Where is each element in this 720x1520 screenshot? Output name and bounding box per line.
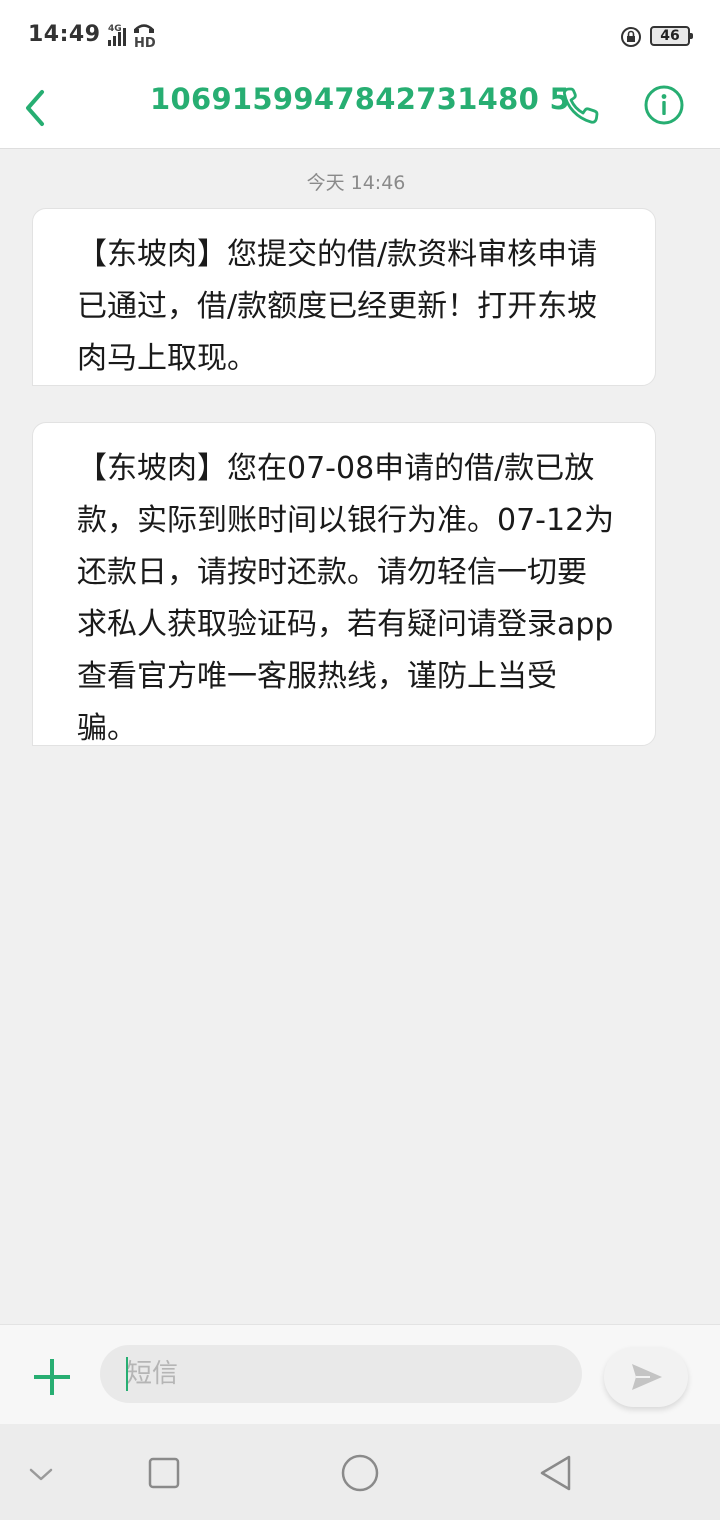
info-icon bbox=[644, 85, 684, 125]
composer-bar bbox=[0, 1324, 720, 1425]
nav-hide-button[interactable] bbox=[16, 1448, 66, 1498]
battery-indicator: 46 bbox=[650, 26, 693, 46]
message-text: 【东坡肉】您提交的借/款资料审核申请已通过，借/款额度已经更新！打开东坡肉马上取… bbox=[77, 237, 598, 376]
message-bubble[interactable]: 【东坡肉】您在07-08申请的借/款已放款，实际到账时间以银行为准。07-12为… bbox=[32, 422, 656, 746]
conversation-header: 1069159947842731480 5 bbox=[0, 72, 720, 149]
send-icon bbox=[632, 1364, 662, 1390]
status-time: 14:49 bbox=[28, 22, 101, 47]
square-icon bbox=[148, 1457, 180, 1489]
sms-input[interactable] bbox=[100, 1345, 582, 1403]
nav-back-button[interactable] bbox=[532, 1448, 582, 1498]
chevron-down-icon bbox=[29, 1468, 53, 1481]
message-bubble[interactable]: 【东坡肉】您提交的借/款资料审核申请已通过，借/款额度已经更新！打开东坡肉马上取… bbox=[32, 208, 656, 386]
triangle-back-icon bbox=[540, 1455, 571, 1491]
circle-icon bbox=[341, 1454, 379, 1492]
system-navigation-bar bbox=[0, 1424, 720, 1520]
status-bar: 14:49 4G HD 46 bbox=[0, 0, 720, 72]
info-button[interactable] bbox=[640, 80, 688, 130]
rotation-lock-icon bbox=[621, 27, 641, 47]
signal-indicator: 4G HD bbox=[98, 24, 158, 51]
call-button[interactable] bbox=[558, 80, 604, 130]
signal-icon bbox=[108, 28, 126, 46]
chevron-left-icon bbox=[26, 90, 44, 126]
message-text: 【东坡肉】您在07-08申请的借/款已放款，实际到账时间以银行为准。07-12为… bbox=[77, 451, 615, 746]
contact-number: 1069159947842731480 5 bbox=[150, 82, 570, 116]
back-button[interactable] bbox=[18, 80, 58, 136]
send-button[interactable] bbox=[604, 1347, 688, 1407]
add-attachment-button[interactable] bbox=[30, 1355, 74, 1399]
text-cursor bbox=[126, 1357, 128, 1391]
nav-recents-button[interactable] bbox=[139, 1448, 189, 1498]
message-timestamp: 今天 14:46 bbox=[306, 172, 406, 194]
hd-label: HD bbox=[134, 36, 156, 51]
phone-icon bbox=[563, 87, 599, 124]
nav-home-button[interactable] bbox=[335, 1448, 385, 1498]
plus-icon bbox=[34, 1359, 70, 1395]
